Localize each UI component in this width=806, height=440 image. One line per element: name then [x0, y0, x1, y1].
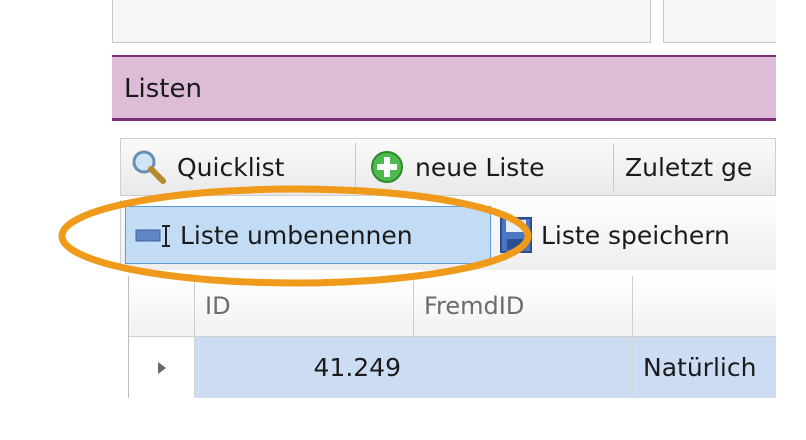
- toolbar-primary: Quicklist neue Liste Zuletzt ge: [120, 138, 776, 196]
- add-icon: [369, 149, 405, 185]
- save-icon: [499, 215, 533, 255]
- column-header-id[interactable]: ID: [195, 276, 414, 336]
- top-strip: [112, 0, 776, 54]
- column-header-fremdid[interactable]: FremdID: [414, 276, 633, 336]
- rename-icon: [134, 220, 174, 250]
- new-list-label: neue Liste: [415, 152, 545, 182]
- recent-lists-button[interactable]: Zuletzt ge: [625, 139, 752, 195]
- cell-fremdid[interactable]: [414, 337, 633, 398]
- rename-list-label: Liste umbenennen: [180, 220, 413, 250]
- table-header: ID FremdID: [129, 276, 776, 337]
- save-list-button[interactable]: Liste speichern: [499, 206, 730, 264]
- column-header-name[interactable]: [633, 276, 776, 336]
- panel-title: Listen: [124, 74, 202, 104]
- table-row[interactable]: 41.249 Natürlich: [129, 337, 776, 398]
- quicklist-label: Quicklist: [177, 152, 285, 182]
- toolbar-divider: [613, 143, 614, 191]
- cell-id[interactable]: 41.249: [195, 337, 414, 398]
- rename-list-button[interactable]: Liste umbenennen: [125, 206, 491, 264]
- save-list-label: Liste speichern: [541, 220, 730, 250]
- toolbar-divider: [355, 143, 356, 191]
- lists-panel: Listen Quicklist neue Liste Zuletzt ge L…: [112, 0, 776, 398]
- row-pointer-icon: [157, 361, 166, 374]
- top-field-left[interactable]: [112, 0, 651, 43]
- list-table: ID FremdID 41.249 Natürlich: [128, 276, 776, 398]
- panel-header: Listen: [112, 55, 776, 121]
- search-icon: [129, 147, 169, 187]
- row-indicator-header: [129, 276, 195, 336]
- cell-name[interactable]: Natürlich: [633, 337, 776, 398]
- new-list-button[interactable]: neue Liste: [369, 139, 544, 195]
- row-selector[interactable]: [129, 337, 195, 398]
- quicklist-button[interactable]: Quicklist: [129, 139, 284, 195]
- toolbar-secondary: Liste umbenennen Liste speichern: [120, 200, 776, 270]
- top-field-right[interactable]: [663, 0, 776, 43]
- recent-label: Zuletzt ge: [625, 152, 753, 182]
